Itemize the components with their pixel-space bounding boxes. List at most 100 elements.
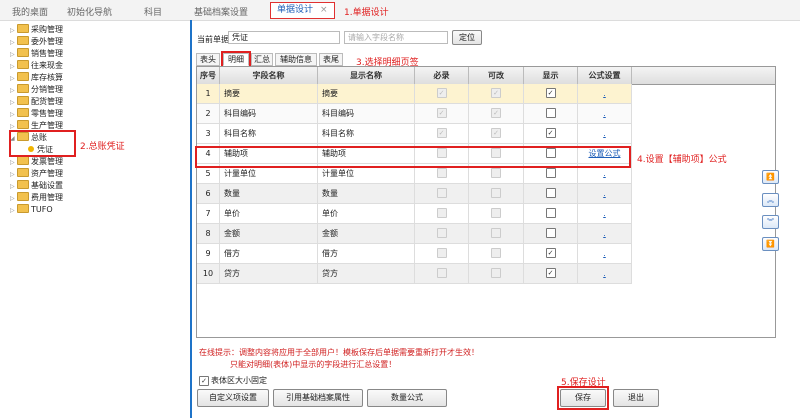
field-name-cell: 科目编码 — [220, 104, 318, 123]
folder-icon — [17, 108, 29, 117]
expand-arrow-icon[interactable]: ▷ — [10, 109, 17, 120]
formula-link[interactable]: . — [603, 109, 606, 118]
annotation-1: 1.单据设计 — [344, 8, 389, 18]
show-checkbox[interactable]: ✓ — [545, 247, 556, 258]
tab-basic-archive[interactable]: 基础档案设置 — [194, 5, 248, 18]
table-row[interactable]: 7 单价 单价. — [197, 204, 632, 224]
expand-arrow-icon[interactable]: ▷ — [10, 169, 17, 180]
show-checkbox[interactable]: ✓ — [545, 87, 556, 98]
expand-arrow-icon[interactable]: ▷ — [10, 97, 17, 108]
field-search-input[interactable]: 请输入字段名称 — [344, 31, 448, 44]
table-row[interactable]: 9 借方 借方 ✓. — [197, 244, 632, 264]
tree-item[interactable]: ▷ 费用管理 — [10, 192, 63, 203]
tab-init-nav[interactable]: 初始化导航 — [67, 5, 112, 18]
col-required: 必录 — [415, 67, 469, 84]
expand-arrow-icon[interactable]: ▷ — [10, 49, 17, 60]
tree-item[interactable]: ▷ 配货管理 — [10, 96, 63, 107]
show-checkbox[interactable]: ✓ — [545, 267, 556, 278]
tree-item[interactable]: ▷ TUFO — [10, 204, 53, 215]
formula-link[interactable]: . — [603, 269, 606, 278]
formula-link[interactable]: . — [603, 89, 606, 98]
required-checkbox: ✓ — [436, 107, 447, 118]
display-name-cell: 数量 — [318, 184, 415, 203]
tree-item[interactable]: ▷ 资产管理 — [10, 168, 63, 179]
tab-doc-design[interactable]: 单据设计 × — [270, 2, 335, 19]
display-name-cell: 摘要 — [318, 84, 415, 103]
tree-item[interactable]: ▷ 销售管理 — [10, 48, 63, 59]
tab-my-desktop[interactable]: 我的桌面 — [12, 5, 48, 18]
col-show: 显示 — [524, 67, 578, 84]
tab-account[interactable]: 科目 — [144, 5, 162, 18]
subtab-summary[interactable]: 汇总 — [251, 53, 273, 66]
tree-item[interactable]: ▷ 委外管理 — [10, 36, 63, 47]
row-number: 9 — [197, 244, 220, 263]
table-row[interactable]: 10 贷方 贷方 ✓. — [197, 264, 632, 284]
table-row[interactable]: 3 科目名称 科目名称 ✓ ✓ ✓. — [197, 124, 632, 144]
move-up-button[interactable]: ︽ — [762, 193, 779, 207]
formula-link[interactable]: . — [603, 129, 606, 138]
expand-arrow-icon[interactable]: ▷ — [10, 25, 17, 36]
show-checkbox[interactable] — [545, 207, 556, 218]
tree-item[interactable]: ▷ 往来现金 — [10, 60, 63, 71]
editable-checkbox: ✓ — [491, 87, 501, 98]
exit-button[interactable]: 退出 — [613, 389, 659, 407]
required-cell: ✓ — [415, 104, 469, 123]
annotation-4: 4.设置【辅助项】公式 — [637, 155, 727, 165]
formula-link[interactable]: . — [603, 209, 606, 218]
locate-button[interactable]: 定位 — [452, 30, 482, 45]
subtab-aux-info[interactable]: 辅助信息 — [275, 53, 317, 66]
subtab-header[interactable]: 表头 — [196, 53, 220, 66]
subtab-footer[interactable]: 表尾 — [319, 53, 343, 66]
table-row[interactable]: 1 摘要 摘要 ✓ ✓ ✓. — [197, 84, 632, 104]
current-doc-field[interactable]: 凭证 — [228, 31, 340, 44]
show-cell — [524, 224, 578, 243]
qty-formula-button[interactable]: 数量公式 — [367, 389, 447, 407]
ref-archive-button[interactable]: 引用基础档案属性 — [273, 389, 363, 407]
row-number: 2 — [197, 104, 220, 123]
hint-line-1: 在线提示：调整内容将应用于全部用户！模板保存后单据需要重新打开才生效！ — [199, 348, 479, 357]
formula-link[interactable]: . — [603, 189, 606, 198]
formula-link[interactable]: . — [603, 249, 606, 258]
show-checkbox[interactable] — [545, 187, 556, 198]
tree-item[interactable]: ▷ 基础设置 — [10, 180, 63, 191]
required-cell — [415, 264, 469, 283]
table-row[interactable]: 2 科目编码 科目编码 ✓ ✓. — [197, 104, 632, 124]
tree-item[interactable]: ▷ 采购管理 — [10, 24, 63, 35]
move-down-button[interactable]: ︾ — [762, 215, 779, 229]
tree-item[interactable]: ▷ 分销管理 — [10, 84, 63, 95]
expand-arrow-icon[interactable]: ▷ — [10, 157, 17, 168]
table-row[interactable]: 8 金额 金额. — [197, 224, 632, 244]
close-icon[interactable]: × — [320, 5, 328, 15]
tree-item-label: 库存核算 — [31, 73, 63, 82]
formula-link[interactable]: . — [603, 229, 606, 238]
show-checkbox[interactable]: ✓ — [545, 127, 556, 138]
expand-arrow-icon[interactable]: ▷ — [10, 85, 17, 96]
custom-items-button[interactable]: 自定义项设置 — [197, 389, 269, 407]
show-checkbox[interactable] — [545, 167, 556, 178]
field-grid: 序号 字段名称 显示名称 必录 可改 显示 公式设置 1 摘要 摘要 ✓ ✓ ✓. 2 科目编… — [196, 66, 776, 338]
move-top-button[interactable]: ⏫ — [762, 170, 779, 184]
formula-cell: . — [578, 264, 632, 283]
panel-splitter[interactable] — [190, 20, 192, 418]
show-checkbox[interactable] — [545, 107, 556, 118]
tree-item[interactable]: ▷ 发票管理 — [10, 156, 63, 167]
tree-item[interactable]: ▷ 零售管理 — [10, 108, 63, 119]
field-name-cell: 借方 — [220, 244, 318, 263]
highlight-box-save — [557, 386, 609, 410]
fixed-size-checkbox[interactable]: ✓ — [199, 376, 209, 386]
highlight-box-aux-row — [195, 146, 631, 168]
formula-cell: . — [578, 224, 632, 243]
show-checkbox[interactable] — [545, 227, 556, 238]
table-row[interactable]: 6 数量 数量. — [197, 184, 632, 204]
expand-arrow-icon[interactable]: ▷ — [10, 205, 17, 216]
expand-arrow-icon[interactable]: ▷ — [10, 181, 17, 192]
expand-arrow-icon[interactable]: ▷ — [10, 37, 17, 48]
required-checkbox: ✓ — [436, 127, 447, 138]
expand-arrow-icon[interactable]: ▷ — [10, 61, 17, 72]
formula-link[interactable]: . — [603, 169, 606, 178]
move-bottom-button[interactable]: ⏬ — [762, 237, 779, 251]
expand-arrow-icon[interactable]: ▷ — [10, 193, 17, 204]
required-cell: ✓ — [415, 84, 469, 103]
tree-item[interactable]: ▷ 库存核算 — [10, 72, 63, 83]
expand-arrow-icon[interactable]: ▷ — [10, 73, 17, 84]
